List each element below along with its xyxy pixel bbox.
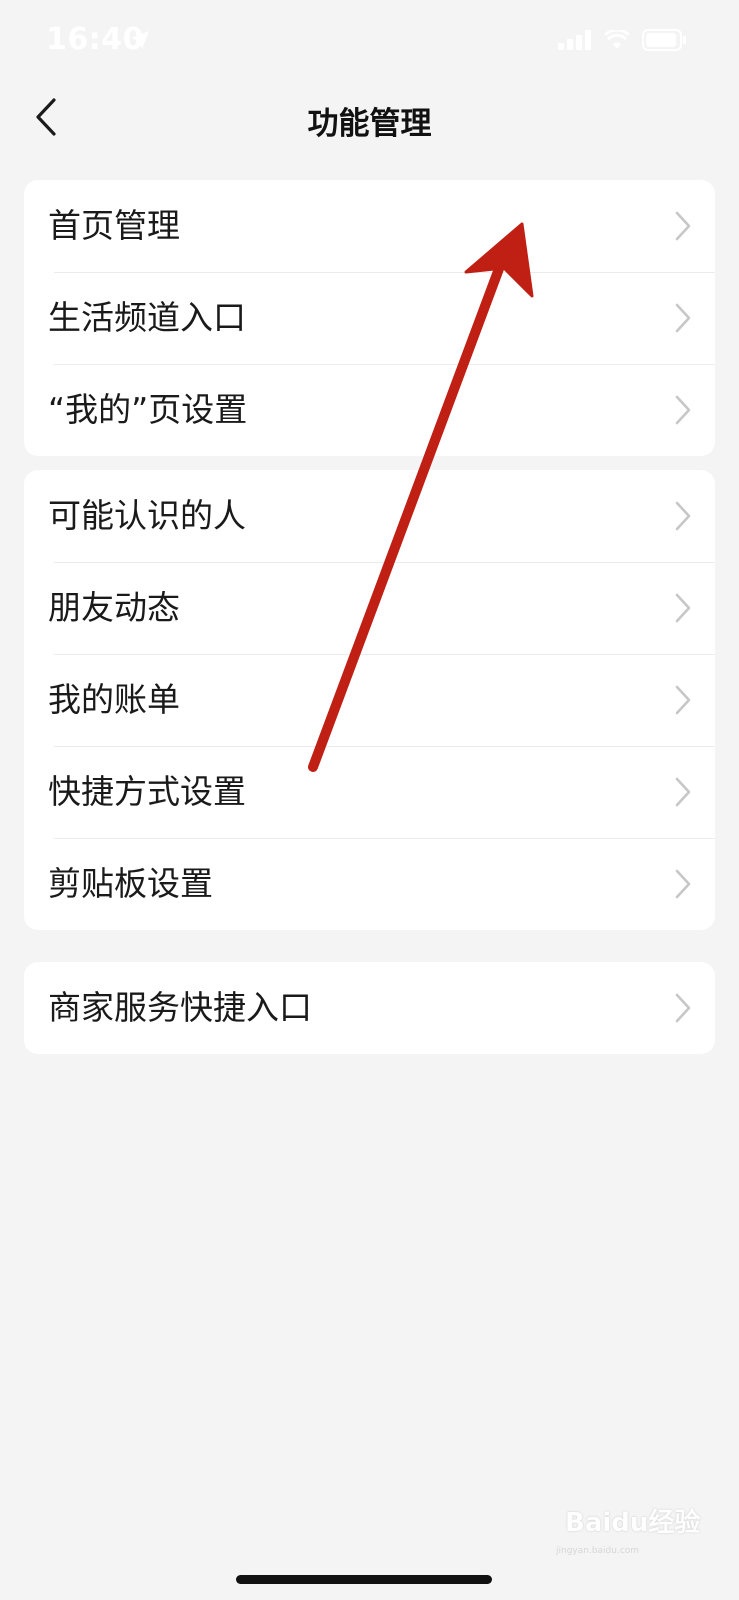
chevron-right-icon: [675, 211, 691, 241]
row-life-channel-entry[interactable]: 生活频道入口: [24, 272, 715, 364]
row-label: “我的”页设置: [48, 390, 248, 429]
settings-group-1: 首页管理 生活频道入口 “我的”页设置: [24, 180, 715, 456]
row-shortcut-settings[interactable]: 快捷方式设置: [24, 746, 715, 838]
row-label: 我的账单: [48, 680, 180, 719]
row-label: 朋友动态: [48, 588, 180, 627]
row-clipboard-settings[interactable]: 剪贴板设置: [24, 838, 715, 930]
chevron-right-icon: [675, 777, 691, 807]
watermark-subtext: jingyan.baidu.com: [556, 1546, 640, 1556]
row-people-you-may-know[interactable]: 可能认识的人: [24, 470, 715, 562]
row-label: 剪贴板设置: [48, 864, 213, 903]
wifi-icon: [604, 30, 630, 49]
nav-bar: 功能管理: [0, 82, 739, 154]
signal-bars-icon: [558, 30, 591, 50]
chevron-right-icon: [675, 869, 691, 899]
row-merchant-service-shortcut[interactable]: 商家服务快捷入口: [24, 962, 715, 1054]
row-label: 可能认识的人: [48, 496, 246, 535]
status-bar: 16:40: [0, 0, 739, 82]
baidu-watermark: Baidu经验: [565, 1502, 725, 1546]
row-label: 快捷方式设置: [48, 772, 246, 811]
settings-group-3: 商家服务快捷入口: [24, 962, 715, 1054]
battery-icon: [642, 29, 686, 51]
row-friend-updates[interactable]: 朋友动态: [24, 562, 715, 654]
chevron-right-icon: [675, 501, 691, 531]
row-label: 生活频道入口: [48, 298, 246, 337]
row-label: 首页管理: [48, 206, 180, 245]
settings-group-2: 可能认识的人 朋友动态 我的账单 快捷方式设置 剪贴板设置: [24, 470, 715, 930]
row-me-page-settings[interactable]: “我的”页设置: [24, 364, 715, 456]
location-arrow-icon: [131, 31, 149, 49]
row-homepage-management[interactable]: 首页管理: [24, 180, 715, 272]
home-indicator[interactable]: [236, 1575, 492, 1584]
chevron-right-icon: [675, 593, 691, 623]
watermark-text: Baidu经验: [565, 1508, 701, 1538]
row-my-bills[interactable]: 我的账单: [24, 654, 715, 746]
chevron-right-icon: [675, 685, 691, 715]
chevron-right-icon: [675, 395, 691, 425]
chevron-right-icon: [675, 303, 691, 333]
chevron-right-icon: [675, 993, 691, 1023]
row-label: 商家服务快捷入口: [48, 988, 312, 1027]
page-title: 功能管理: [307, 106, 432, 142]
